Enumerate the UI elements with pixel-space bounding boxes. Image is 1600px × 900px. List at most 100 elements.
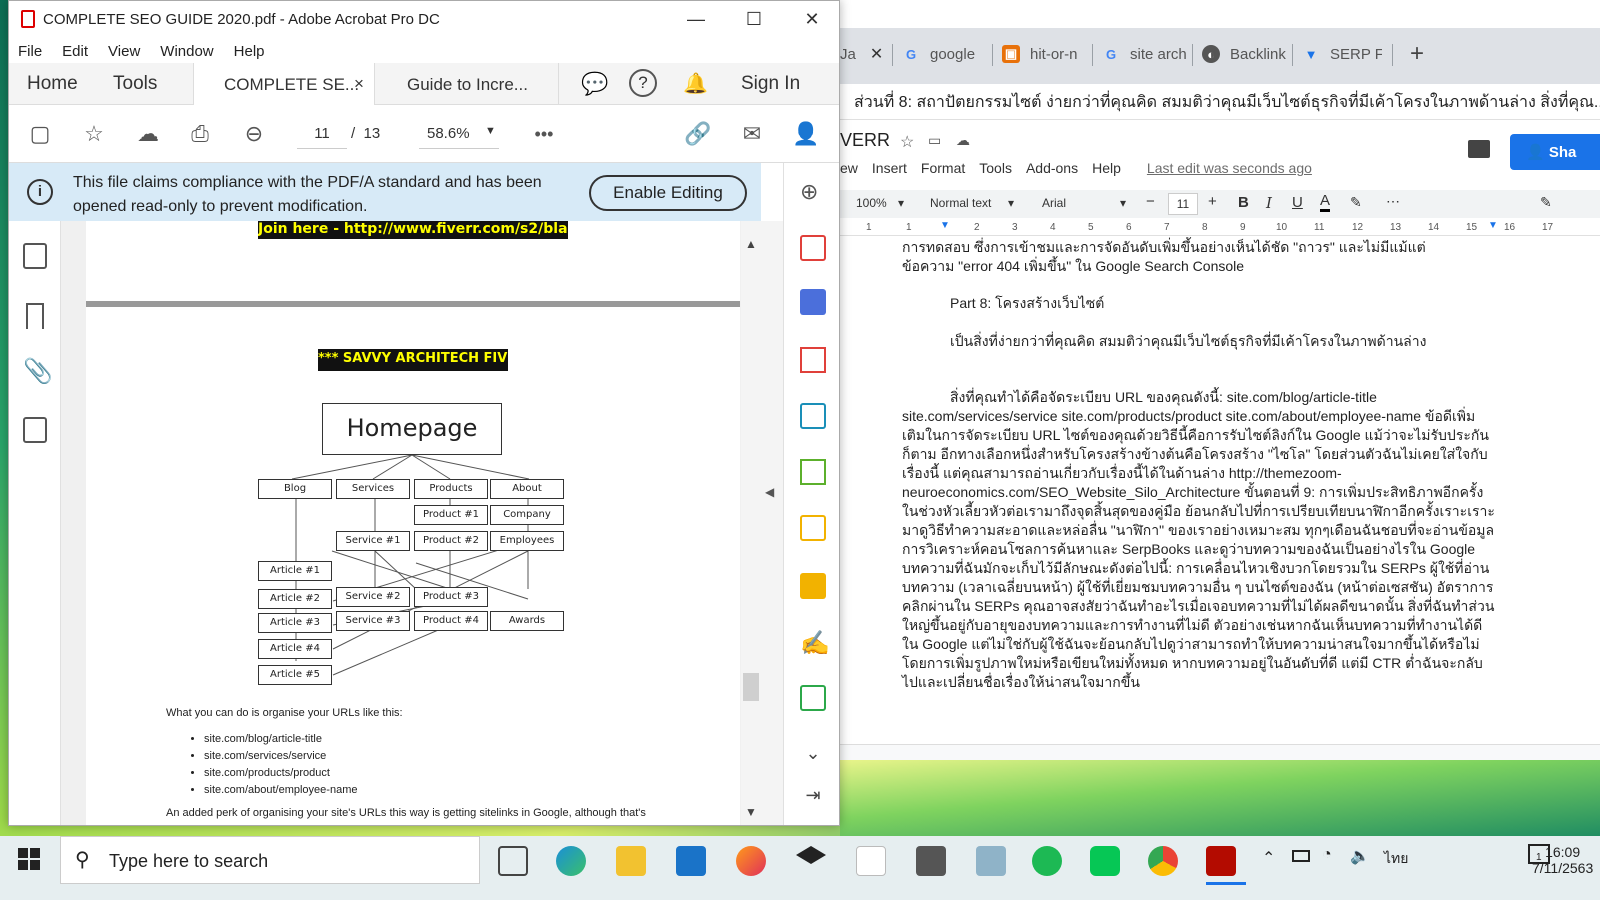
home-tab[interactable]: Home	[27, 73, 78, 95]
scroll-thumb[interactable]	[743, 673, 759, 701]
menu-help[interactable]: Help	[1092, 160, 1121, 176]
wifi-icon[interactable]: ◔	[1322, 846, 1332, 864]
acrobat-icon[interactable]	[1206, 846, 1236, 876]
last-edit-link[interactable]: Last edit was seconds ago	[1147, 160, 1312, 176]
pdf-viewport[interactable]: Join here - http://www.fiverr.com/s2/bla…	[61, 221, 741, 825]
scroll-up-icon[interactable]: ▲	[745, 237, 757, 251]
menu-insert[interactable]: Insert	[872, 160, 907, 176]
maximize-button[interactable]: ☐	[739, 9, 769, 30]
expand-panel-icon[interactable]: ⇥	[800, 785, 826, 811]
page-number-input[interactable]: 11	[297, 119, 347, 149]
sign-in-button[interactable]: Sign In	[741, 73, 800, 95]
windows-start-icon[interactable]	[18, 848, 40, 870]
chrome-tab[interactable]: ▼ SERP Fe	[1302, 34, 1382, 74]
print-icon[interactable]: ⎙	[185, 119, 215, 149]
bookmark-icon[interactable]	[26, 303, 44, 329]
comment-icon[interactable]	[1468, 140, 1490, 158]
zoom-select[interactable]: 100%	[856, 196, 887, 210]
close-icon[interactable]: ✕	[870, 44, 883, 64]
doc-heading[interactable]: Part 8: โครงสร้างเว็บไซต์	[950, 294, 1470, 313]
tools-tab[interactable]: Tools	[113, 73, 157, 95]
enable-editing-button[interactable]: Enable Editing	[589, 175, 747, 211]
doc-paragraph[interactable]: เป็นสิ่งที่ง่ายกว่าที่คุณคิด สมมติว่าคุณ…	[950, 332, 1490, 351]
chrome-tab[interactable]: ▣ hit-or-n	[1002, 34, 1094, 74]
close-button[interactable]: ✕	[797, 9, 827, 30]
add-user-icon[interactable]: 👤	[791, 119, 821, 149]
task-view-icon[interactable]	[498, 846, 528, 876]
fill-sign-icon[interactable]: ✍	[800, 629, 830, 657]
italic-icon[interactable]: I	[1266, 194, 1272, 212]
chevron-down-icon[interactable]: ▼	[485, 125, 496, 137]
notification-icon[interactable]: 1	[1528, 844, 1550, 864]
attachment-icon[interactable]: 📎	[23, 357, 53, 385]
edit-mode-icon[interactable]: ✎	[1540, 194, 1552, 211]
upload-cloud-icon[interactable]: ☁	[133, 119, 163, 149]
comment-icon[interactable]	[800, 573, 826, 599]
star-icon[interactable]: ☆	[900, 132, 914, 152]
email-icon[interactable]: ✉	[737, 119, 767, 149]
style-select[interactable]: Normal text	[930, 196, 991, 210]
star-icon[interactable]: ☆	[79, 119, 109, 149]
spotify-icon[interactable]	[1032, 846, 1062, 876]
volume-icon[interactable]: 🔈	[1350, 846, 1370, 866]
taskbar-search[interactable]: ⚲ Type here to search	[60, 836, 480, 884]
chrome-tab[interactable]: ◐ Backlink	[1202, 34, 1294, 74]
print-production-icon[interactable]	[800, 685, 826, 711]
menu-addons[interactable]: Add-ons	[1026, 160, 1078, 176]
battery-icon[interactable]	[1292, 850, 1310, 862]
firefox-icon[interactable]	[736, 846, 766, 876]
document-tab-active[interactable]: COMPLETE SE... ×	[193, 63, 375, 105]
collapse-right-icon[interactable]: ◀	[765, 485, 774, 499]
decrease-size-button[interactable]: −	[1146, 193, 1155, 210]
doc-paragraph[interactable]: สิ่งที่คุณทำได้คือจัดระเบียบ URL ของคุณด…	[902, 388, 1496, 692]
save-icon[interactable]: ▢	[25, 119, 55, 149]
comment-bubble-icon[interactable]: 💬	[581, 71, 608, 97]
menu-help[interactable]: Help	[234, 43, 265, 60]
more-tools-icon[interactable]: •••	[529, 119, 559, 149]
language-indicator[interactable]: ไทย	[1384, 848, 1408, 870]
pdf-scrollbar[interactable]: ▲ ▼	[741, 221, 761, 825]
indent-marker[interactable]: ▼	[940, 220, 950, 231]
text-color-icon[interactable]: A	[1320, 192, 1331, 212]
right-indent-marker[interactable]: ▼	[1488, 220, 1498, 231]
pages-icon[interactable]	[23, 243, 47, 269]
font-select[interactable]: Arial	[1042, 196, 1066, 210]
amazon-icon[interactable]	[856, 846, 886, 876]
edge-icon[interactable]	[556, 846, 586, 876]
combine-files-icon[interactable]	[800, 289, 826, 315]
increase-size-button[interactable]: +	[1208, 193, 1217, 210]
document-name[interactable]: VERR	[840, 130, 890, 151]
organize-pages-icon[interactable]	[800, 347, 826, 373]
notepad-icon[interactable]	[976, 846, 1006, 876]
docs-page[interactable]: การทดสอบ ซึ่งการเข้าชมและการจัดอันดับเพิ…	[840, 236, 1600, 744]
file-info-icon[interactable]	[23, 417, 47, 443]
file-explorer-icon[interactable]	[616, 846, 646, 876]
highlight-icon[interactable]: ✎	[1350, 194, 1362, 211]
new-tab-button[interactable]: +	[1410, 34, 1424, 74]
compress-icon[interactable]	[800, 459, 826, 485]
minimize-button[interactable]: —	[681, 9, 711, 30]
menu-format[interactable]: Format	[921, 160, 965, 176]
menu-window[interactable]: Window	[160, 43, 213, 60]
underline-icon[interactable]: U	[1292, 194, 1303, 211]
chrome-tab[interactable]: G google	[902, 34, 994, 74]
share-button[interactable]: 👤 Sha	[1510, 134, 1600, 170]
mail-icon[interactable]	[676, 846, 706, 876]
edit-pdf-icon[interactable]	[800, 515, 826, 541]
bell-icon[interactable]: 🔔	[683, 71, 708, 96]
chrome-tab[interactable]: G site arch	[1102, 34, 1194, 74]
line-icon[interactable]	[1090, 846, 1120, 876]
zoom-in-icon[interactable]: ⊕	[800, 179, 826, 205]
chevron-down-icon[interactable]: ⌄	[800, 743, 826, 769]
menu-file[interactable]: File	[18, 43, 42, 60]
chrome-tab[interactable]: Ja ✕	[840, 34, 884, 74]
link-icon[interactable]: 🔗	[683, 119, 713, 149]
dropbox-icon[interactable]	[796, 846, 826, 864]
document-tab[interactable]: Guide to Incre...	[375, 63, 559, 105]
menu-edit[interactable]: Edit	[62, 43, 88, 60]
zoom-out-icon[interactable]: ⊖	[239, 119, 269, 149]
cloud-icon[interactable]: ☁	[956, 132, 970, 149]
menu-view[interactable]: View	[108, 43, 140, 60]
help-icon[interactable]: ?	[629, 69, 657, 97]
calculator-icon[interactable]	[916, 846, 946, 876]
